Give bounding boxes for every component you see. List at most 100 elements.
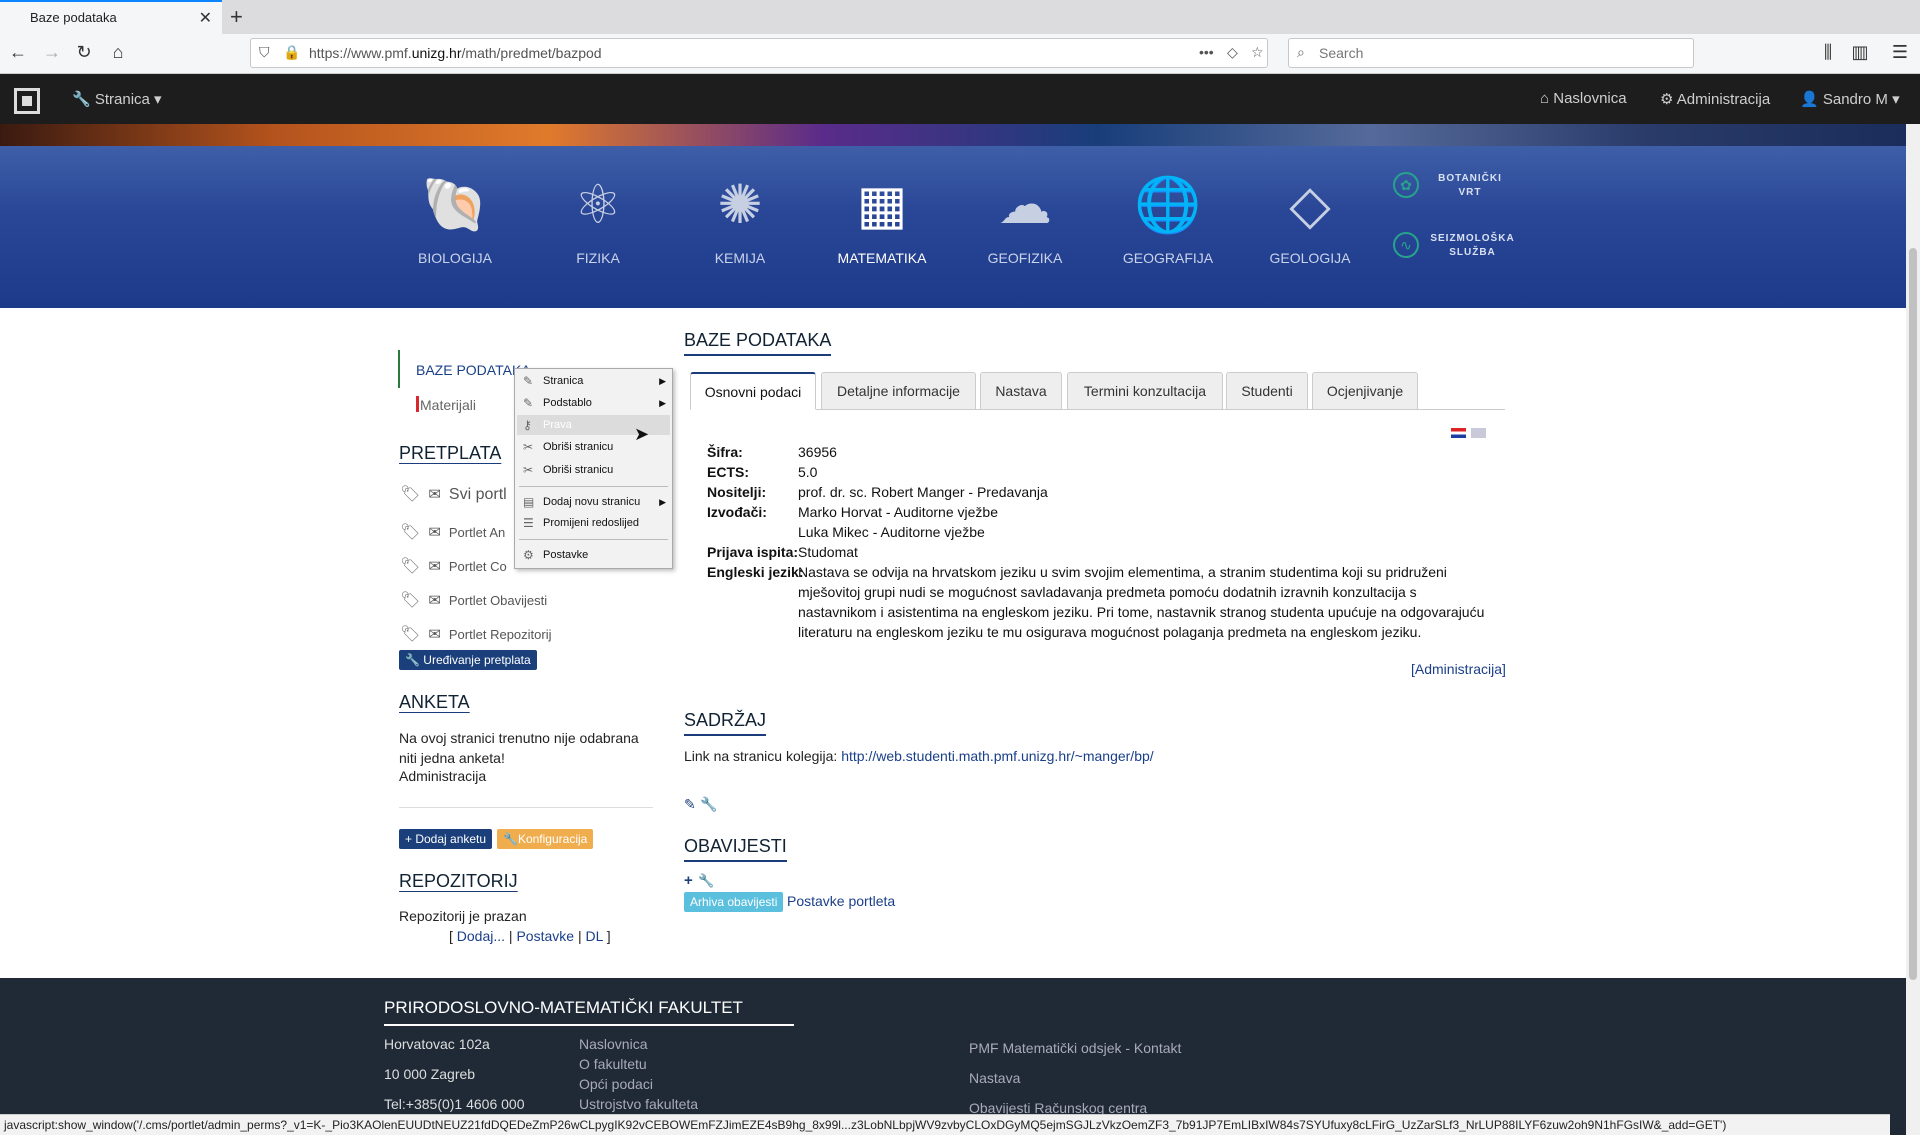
nav-sub-marker bbox=[416, 396, 419, 412]
footer-link[interactable]: O fakultetu bbox=[579, 1056, 647, 1072]
submenu-arrow-icon: ▶ bbox=[659, 497, 666, 507]
exam-value: Studomat bbox=[798, 544, 858, 560]
address-bar[interactable]: ⛉ 🔒 https://www.pmf.unizg.hr/math/predme… bbox=[250, 38, 1268, 68]
close-tab-icon[interactable]: ✕ bbox=[199, 8, 212, 28]
admin-link[interactable]: ⚙ Administracija bbox=[1660, 90, 1770, 108]
footer-link[interactable]: Opći podaci bbox=[579, 1076, 653, 1092]
user-menu[interactable]: 👤 Sandro M ▾ bbox=[1800, 90, 1900, 108]
scrollbar-thumb[interactable] bbox=[1909, 248, 1917, 980]
seismology-link[interactable]: SEIZMOLOŠKA SLUŽBA bbox=[1425, 232, 1520, 260]
shield-icon: ⛉ bbox=[259, 44, 270, 60]
content-heading: SADRŽAJ bbox=[684, 710, 767, 736]
cloud-rain-icon: ☁ bbox=[998, 175, 1052, 235]
back-arrow-icon[interactable]: ← bbox=[6, 42, 30, 63]
page-title: BAZE PODATAKA bbox=[684, 330, 832, 356]
footer-link[interactable]: PMF Matematički odsjek - Kontakt bbox=[969, 1040, 1181, 1056]
repo-add-link[interactable]: Dodaj... bbox=[457, 928, 505, 944]
tab-grading[interactable]: Ocjenjivanje bbox=[1312, 372, 1418, 410]
course-website-link[interactable]: http://web.studenti.math.pmf.unizg.hr/~m… bbox=[841, 748, 1153, 764]
configuration-button[interactable]: 🔧Konfiguracija bbox=[497, 829, 594, 849]
browser-tab[interactable]: Baze podataka ✕ bbox=[0, 0, 222, 34]
site-logo[interactable] bbox=[14, 88, 40, 114]
english-text-line: mješovitoj grupi nudi se mogućnost savla… bbox=[798, 584, 1417, 600]
footer-link[interactable]: Ustrojstvo fakulteta bbox=[579, 1096, 698, 1112]
key-icon: ⚷ bbox=[523, 418, 532, 432]
scissors-icon: ✂ bbox=[523, 463, 534, 477]
tab-basic-info[interactable]: Osnovni podaci bbox=[690, 372, 816, 410]
submenu-arrow-icon: ▶ bbox=[659, 398, 666, 408]
subscription-row[interactable]: 🏷 ✉ Svi portl bbox=[400, 484, 507, 504]
tab-detailed-info[interactable]: Detaljne informacije bbox=[821, 372, 976, 410]
user-icon: 👤 bbox=[1800, 91, 1819, 108]
menu-item-delete-page[interactable]: ✂ Obriši stranicu bbox=[517, 460, 670, 480]
croatian-flag-icon[interactable] bbox=[1451, 428, 1466, 438]
diamond-icon: ◇ bbox=[1289, 175, 1331, 235]
sidebar-toggle-icon[interactable]: ▥ bbox=[1848, 42, 1872, 63]
pocket-icon[interactable]: ◇ bbox=[1227, 44, 1238, 61]
search-input[interactable]: ⌕ Search bbox=[1288, 38, 1694, 68]
dept-physics[interactable]: ⚛ FIZIKA bbox=[528, 170, 668, 266]
dept-chemistry[interactable]: ✺ KEMIJA bbox=[670, 170, 810, 266]
subscription-row[interactable]: 🏷 ✉ Portlet Obavijesti bbox=[400, 590, 547, 610]
dept-geophysics[interactable]: ☁ GEOFIZIKA bbox=[955, 170, 1095, 266]
add-news-icon[interactable]: + bbox=[684, 872, 693, 889]
portlet-settings-link[interactable]: Postavke portleta bbox=[787, 893, 895, 909]
subscription-row[interactable]: 🏷 ✉ Portlet An bbox=[400, 522, 505, 542]
home-icon[interactable]: ⌂ bbox=[106, 42, 130, 63]
subscription-row[interactable]: 🏷 ✉ Portlet Co bbox=[400, 556, 507, 576]
holders-label: Nositelji: bbox=[707, 484, 767, 500]
menu-item-page[interactable]: ✎ Stranica ▶ bbox=[517, 371, 670, 391]
code-value: 36956 bbox=[798, 444, 837, 460]
wrench-icon[interactable]: 🔧 bbox=[700, 796, 717, 813]
admin-link-main[interactable]: [Administracija] bbox=[1411, 661, 1506, 677]
poll-admin-link[interactable]: Administracija bbox=[399, 768, 486, 784]
page-menu-dropdown[interactable]: 🔧 Stranica ▾ bbox=[72, 90, 162, 108]
reload-icon[interactable]: ↻ bbox=[72, 42, 96, 63]
library-icon[interactable]: ⫼ bbox=[1816, 42, 1840, 63]
footer-phone: Tel:+385(0)1 4606 000 bbox=[384, 1096, 525, 1112]
new-tab-button[interactable]: + bbox=[230, 4, 243, 30]
nav-active-marker bbox=[398, 350, 400, 388]
dept-biology[interactable]: 🐚 BIOLOGIJA bbox=[385, 170, 525, 266]
nav-item-materials[interactable]: Materijali bbox=[420, 397, 476, 413]
lock-icon: 🔒 bbox=[283, 44, 301, 60]
menu-item-add-page[interactable]: ▤ Dodaj novu stranicu ▶ bbox=[517, 492, 670, 512]
ects-value: 5.0 bbox=[798, 464, 818, 480]
edit-pencil-icon[interactable]: ✎ bbox=[684, 796, 696, 813]
subscription-row[interactable]: 🏷 ✉ Portlet Repozitorij bbox=[400, 624, 552, 644]
more-icon[interactable]: ••• bbox=[1199, 44, 1214, 60]
subscriptions-heading: PRETPLATA bbox=[399, 443, 502, 463]
bracket: [ bbox=[449, 928, 453, 944]
dept-geography[interactable]: 🌐 GEOGRAFIJA bbox=[1098, 170, 1238, 266]
english-flag-icon[interactable] bbox=[1471, 428, 1486, 438]
menu-item-reorder[interactable]: ☰ Promijeni redoslijed bbox=[517, 513, 670, 533]
tab-consultations[interactable]: Termini konzultacija bbox=[1067, 372, 1223, 410]
separator: | bbox=[508, 928, 513, 944]
menu-item-subtree[interactable]: ✎ Podstablo ▶ bbox=[517, 393, 670, 413]
add-page-icon: ▤ bbox=[523, 495, 535, 509]
status-bar: javascript:show_window('/.cms/portlet/ad… bbox=[0, 1114, 1890, 1135]
menu-icon[interactable]: ☰ bbox=[1888, 42, 1912, 63]
search-icon: ⌕ bbox=[1297, 44, 1305, 60]
banner-image-strip bbox=[0, 124, 1920, 146]
footer-link[interactable]: Naslovnica bbox=[579, 1036, 647, 1052]
envelope-icon: ✉ bbox=[428, 592, 441, 609]
home-link[interactable]: ⌂ Naslovnica bbox=[1540, 90, 1627, 107]
repo-dl-link[interactable]: DL bbox=[585, 928, 602, 944]
forward-arrow-icon[interactable]: → bbox=[40, 42, 64, 63]
wrench-icon[interactable]: 🔧 bbox=[698, 873, 714, 889]
dept-geology[interactable]: ◇ GEOLOGIJA bbox=[1240, 170, 1380, 266]
news-archive-button[interactable]: Arhiva obavijesti bbox=[684, 892, 784, 912]
tab-teaching[interactable]: Nastava bbox=[980, 372, 1062, 410]
bookmark-star-icon[interactable]: ☆ bbox=[1251, 44, 1264, 61]
tab-students[interactable]: Studenti bbox=[1226, 372, 1308, 410]
menu-item-settings[interactable]: ⚙ Postavke bbox=[517, 545, 670, 565]
english-text-line: Nastava se odvija na hrvatskom jeziku u … bbox=[798, 564, 1447, 580]
botanical-garden-link[interactable]: BOTANIČKI VRT bbox=[1430, 172, 1510, 200]
ects-label: ECTS: bbox=[707, 464, 749, 480]
edit-subscriptions-button[interactable]: 🔧 Uređivanje pretplata bbox=[399, 650, 537, 670]
add-poll-button[interactable]: + Dodaj anketu bbox=[399, 829, 493, 849]
repo-settings-link[interactable]: Postavke bbox=[516, 928, 574, 944]
dept-mathematics[interactable]: ▦ MATEMATIKA bbox=[812, 170, 952, 266]
footer-link[interactable]: Nastava bbox=[969, 1070, 1020, 1086]
